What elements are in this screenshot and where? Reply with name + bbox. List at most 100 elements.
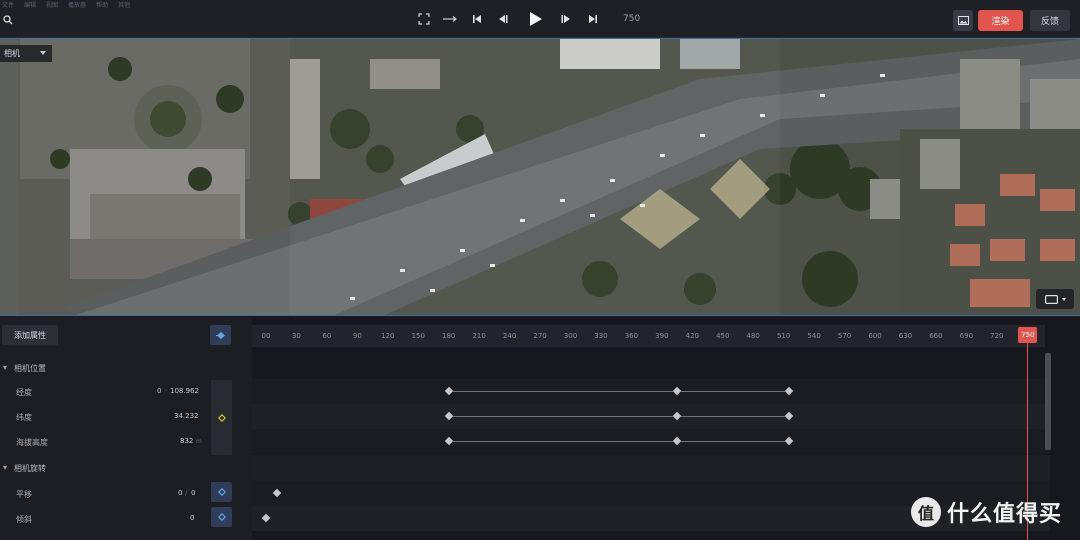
collapse-caret-icon: [3, 466, 7, 470]
keyframe-diamond[interactable]: [672, 436, 682, 446]
keyframe-diamond[interactable]: [272, 488, 282, 498]
menu-edit[interactable]: 编辑: [24, 0, 36, 9]
snapshot-button[interactable]: [953, 10, 973, 31]
watermark-text: 什么值得买: [947, 502, 1063, 527]
ruler-tick: 300: [563, 332, 578, 340]
keyframe-diamond[interactable]: [784, 411, 793, 421]
keyframe-arrow-icon: [215, 331, 225, 339]
timeline-ruler[interactable]: 00 30 60 90 120 150 180 210 240 270 300 330 360 390 42…: [252, 325, 1045, 347]
tilt-value[interactable]: 0: [190, 514, 194, 522]
menu-help[interactable]: 帮助: [96, 0, 108, 9]
app-root: 文件 编辑 视图 播放器 帮助 其他 750 渲染 反馈 相机 添加属性 相机位…: [0, 0, 1080, 540]
ruler-tick: 180: [442, 332, 456, 340]
collapse-caret-icon: [3, 366, 7, 370]
tilt-keyframe-button[interactable]: [211, 507, 232, 527]
image-icon: [957, 16, 969, 25]
keyframe-interpolation-bar: [681, 441, 785, 442]
group-title-label: 相机位置: [14, 363, 46, 373]
frame-count: 750: [623, 14, 641, 24]
position-keyframe-button[interactable]: [211, 380, 232, 455]
track-group-position: [252, 357, 1050, 379]
altitude-value[interactable]: 832: [180, 437, 193, 445]
step-back-icon[interactable]: [497, 11, 509, 27]
keyframe-diamond[interactable]: [672, 411, 682, 421]
map-viewport[interactable]: 相机: [0, 38, 1080, 316]
keyframe-diamond[interactable]: [261, 513, 271, 523]
prop-label: 纬度: [16, 413, 32, 422]
ruler-tick: 720: [990, 332, 1004, 340]
prop-label: 平移: [16, 490, 32, 499]
pan-value-b[interactable]: 0: [191, 489, 195, 497]
play-icon[interactable]: [527, 10, 545, 28]
ruler-tick: 630: [898, 332, 913, 340]
ruler-tick: 60: [322, 332, 332, 340]
group-camera-position[interactable]: 相机位置: [0, 357, 252, 379]
ruler-tick: 450: [716, 332, 730, 340]
track-longitude[interactable]: [252, 379, 1050, 404]
ruler-tick: 570: [837, 332, 852, 340]
altitude-unit: m: [196, 438, 202, 445]
keyframe-diamond[interactable]: [784, 386, 793, 396]
feedback-button[interactable]: 反馈: [1030, 10, 1070, 31]
ruler-tick: 660: [929, 332, 943, 340]
pan-keyframe-button[interactable]: [211, 482, 232, 502]
prop-label: 海拔高度: [16, 438, 48, 447]
track-group-rotation: [252, 455, 1050, 481]
step-forward-icon[interactable]: [560, 11, 572, 27]
ruler-tick: 00: [261, 332, 271, 340]
prop-label: 经度: [16, 388, 32, 397]
keyframe-interpolation-bar: [452, 391, 674, 392]
ruler-tick: 540: [807, 332, 821, 340]
search-icon[interactable]: [3, 15, 13, 25]
satellite-imagery: [0, 39, 1080, 315]
value-separator: /: [185, 489, 188, 497]
ruler-tick: 690: [959, 332, 974, 340]
longitude-value-a[interactable]: 0: [157, 387, 161, 395]
ruler-tick: 90: [352, 332, 362, 340]
group-camera-rotation[interactable]: 相机旋转: [0, 457, 252, 479]
keyframe-diamond[interactable]: [444, 436, 453, 446]
ruler-tick: 420: [685, 332, 699, 340]
skip-end-icon[interactable]: [587, 11, 599, 27]
watermark: 值 什么值得买: [911, 496, 1062, 528]
keyframe-diamond[interactable]: [784, 436, 793, 446]
group-title-label: 相机旋转: [14, 463, 46, 473]
camera-select[interactable]: 相机: [0, 45, 52, 62]
render-button[interactable]: 渲染: [978, 10, 1023, 31]
pan-value-a[interactable]: 0: [178, 489, 182, 497]
playhead-marker[interactable]: 750: [1018, 327, 1038, 343]
ruler-tick: 330: [594, 332, 608, 340]
keyframe-interpolation-bar: [681, 416, 785, 417]
timeline-scrollbar[interactable]: [1045, 353, 1051, 450]
menu-file[interactable]: 文件: [2, 0, 14, 9]
loop-arrow-icon[interactable]: [442, 11, 458, 27]
fullscreen-icon[interactable]: [417, 11, 431, 27]
ruler-tick: 240: [502, 332, 517, 340]
prop-label: 倾斜: [16, 515, 32, 524]
keyframe-mode-button[interactable]: [210, 325, 231, 345]
skip-start-icon[interactable]: [471, 11, 483, 27]
keyframe-diamond[interactable]: [444, 411, 453, 421]
ruler-tick: 150: [411, 332, 425, 340]
keyframe-interpolation-bar: [681, 391, 785, 392]
chevron-down-icon: [40, 51, 46, 55]
keyframe-diamond[interactable]: [672, 386, 682, 396]
latitude-value[interactable]: 34.232: [174, 412, 199, 420]
longitude-value-b[interactable]: 108.962: [170, 387, 199, 395]
track-latitude[interactable]: [252, 404, 1050, 429]
keyframe-diamond[interactable]: [444, 386, 453, 396]
track-altitude[interactable]: [252, 429, 1050, 454]
aspect-ratio-button[interactable]: [1036, 289, 1074, 309]
menu-player[interactable]: 播放器: [68, 0, 86, 9]
ruler-tick: 510: [776, 332, 791, 340]
menu-other[interactable]: 其他: [118, 0, 130, 9]
ruler-tick: 30: [291, 332, 301, 340]
chevron-down-icon: [1061, 297, 1066, 301]
add-property-button[interactable]: 添加属性: [2, 325, 58, 345]
ruler-tick: 600: [868, 332, 882, 340]
menu-view[interactable]: 视图: [46, 0, 58, 9]
ruler-tick: 210: [472, 332, 486, 340]
keyframe-interpolation-bar: [452, 441, 674, 442]
keyframe-diamond-icon: [217, 513, 226, 521]
watermark-logo: 值: [911, 497, 941, 527]
